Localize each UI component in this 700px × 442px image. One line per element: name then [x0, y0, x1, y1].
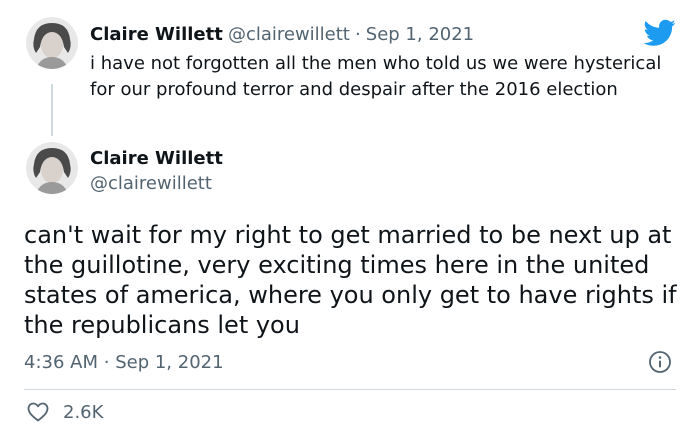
avatar[interactable] — [26, 142, 78, 194]
like-count[interactable]: 2.6K — [63, 402, 103, 423]
avatar[interactable] — [26, 17, 78, 69]
divider — [24, 389, 676, 390]
thread-connector — [51, 84, 53, 136]
heart-icon[interactable] — [26, 400, 50, 428]
twitter-bird-icon[interactable] — [643, 19, 676, 51]
tweet-date[interactable]: Sep 1, 2021 — [115, 352, 223, 373]
separator-dot: · — [354, 24, 361, 45]
author-handle[interactable]: @clairewillett — [228, 24, 350, 45]
author-name[interactable]: Claire Willett — [90, 24, 223, 45]
separator-dot: · — [103, 352, 110, 373]
reply-tweet-text: i have not forgotten all the men who tol… — [90, 53, 662, 100]
reply-header: Claire Willett @clairewillett · Sep 1, 2… — [90, 24, 474, 45]
author-handle[interactable]: @clairewillett — [90, 173, 212, 194]
tweet-text: can't wait for my right to get married t… — [24, 221, 677, 339]
info-icon[interactable] — [648, 350, 672, 378]
tweet-date[interactable]: Sep 1, 2021 — [366, 24, 474, 45]
author-name[interactable]: Claire Willett — [90, 148, 223, 169]
tweet-time[interactable]: 4:36 AM — [24, 352, 98, 373]
tweet-timestamp[interactable]: 4:36 AM · Sep 1, 2021 — [24, 352, 224, 373]
